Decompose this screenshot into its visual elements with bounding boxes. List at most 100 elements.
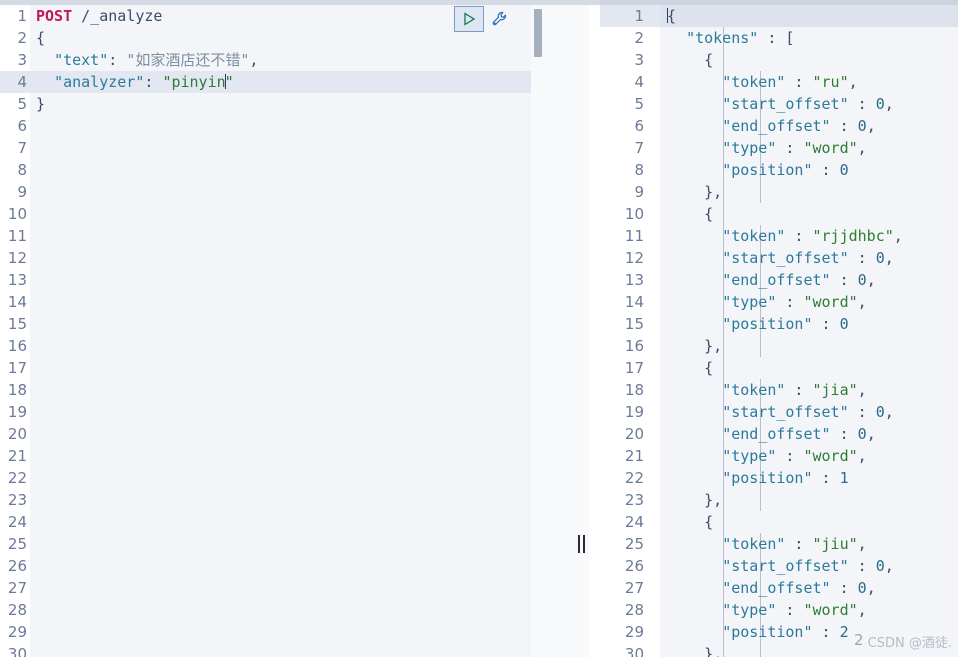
- code-line[interactable]: "token" : "ru",: [660, 71, 958, 93]
- line-number: 5: [634, 95, 644, 113]
- code-line[interactable]: "start_offset" : 0,: [660, 555, 958, 577]
- line-number: 2▼: [0, 27, 39, 49]
- code-token: "end_offset": [722, 117, 831, 135]
- code-token: }: [36, 95, 46, 113]
- send-request-button[interactable]: [454, 6, 484, 32]
- line-number: 28: [624, 601, 644, 619]
- code-line[interactable]: "position" : 1: [660, 467, 958, 489]
- code-token: ,: [857, 601, 867, 619]
- code-line[interactable]: "position" : 0: [660, 313, 958, 335]
- code-token: "word": [803, 447, 858, 465]
- code-line[interactable]: {: [660, 203, 958, 225]
- panel-splitter[interactable]: [545, 5, 600, 657]
- code-line[interactable]: "end_offset" : 0,: [660, 423, 958, 445]
- code-line[interactable]: "token" : "jia",: [660, 379, 958, 401]
- code-token: ,: [866, 117, 876, 135]
- line-number: 12: [7, 249, 27, 267]
- drag-handle-bar: [583, 535, 585, 553]
- code-line[interactable]: "end_offset" : 0,: [660, 577, 958, 599]
- code-line[interactable]: "end_offset" : 0,: [660, 269, 958, 291]
- response-code-area[interactable]: { "tokens" : [ { "token" : "ru", "start_…: [660, 5, 958, 657]
- line-number: 25: [624, 535, 644, 553]
- line-number: 19: [7, 403, 27, 421]
- code-token: "end_offset": [722, 425, 831, 443]
- request-code-area[interactable]: POST /_analyze { "text": "如家酒店还不错", "anal…: [30, 5, 545, 657]
- code-line[interactable]: },: [660, 489, 958, 511]
- code-token: ": [224, 73, 234, 91]
- code-token: :: [776, 139, 804, 157]
- line-number: 15: [624, 315, 644, 333]
- line-number: 20: [624, 425, 644, 443]
- code-line[interactable]: "start_offset" : 0,: [660, 247, 958, 269]
- code-token: {: [704, 359, 714, 377]
- code-line[interactable]: "type" : "word",: [660, 599, 958, 621]
- code-line[interactable]: "text": "如家酒店还不错",: [30, 49, 545, 71]
- code-line[interactable]: "token" : "rjjdhbc",: [660, 225, 958, 247]
- code-line[interactable]: "token" : "jiu",: [660, 533, 958, 555]
- code-line[interactable]: "start_offset" : 0,: [660, 401, 958, 423]
- code-token: "text": [54, 51, 109, 69]
- response-editor-pane[interactable]: 1▼2▼3▼456789▲10▼111213141516▲17▼18192021…: [600, 5, 958, 657]
- line-number: 5▲: [0, 93, 39, 115]
- code-token: ,: [713, 645, 723, 657]
- code-token: :: [785, 535, 813, 553]
- code-token: ,: [713, 491, 723, 509]
- code-line[interactable]: "type" : "word",: [660, 445, 958, 467]
- request-editor-pane[interactable]: 1 2▼ 3 45▲ 6 7 8 9 10 11 12 13 14 15 16 17 18 19 20 21 22 23 2…: [0, 5, 545, 657]
- code-token: 0: [839, 161, 849, 179]
- code-line[interactable]: },: [660, 335, 958, 357]
- code-token: "token": [722, 73, 786, 91]
- code-token: "如家酒店还不错": [126, 51, 250, 69]
- code-token: :: [108, 51, 127, 69]
- code-line[interactable]: }: [30, 93, 545, 115]
- line-number: 13: [624, 271, 644, 289]
- code-line[interactable]: "type" : "word",: [660, 291, 958, 313]
- request-scrollbar-thumb[interactable]: [534, 9, 542, 57]
- code-line[interactable]: {: [660, 5, 958, 27]
- code-line[interactable]: "tokens" : [: [660, 27, 958, 49]
- request-vertical-scrollbar[interactable]: [531, 5, 545, 657]
- code-token: :: [776, 447, 804, 465]
- code-line[interactable]: {: [660, 357, 958, 379]
- line-number: 1: [17, 7, 27, 25]
- line-number: 23: [7, 491, 27, 509]
- code-token: ,: [857, 447, 867, 465]
- code-line[interactable]: "end_offset" : 0,: [660, 115, 958, 137]
- request-actions-menu-button[interactable]: [488, 7, 512, 31]
- code-line[interactable]: "start_offset" : 0,: [660, 93, 958, 115]
- drag-handle-bar: [578, 535, 580, 553]
- code-line[interactable]: {: [660, 49, 958, 71]
- line-number: 7: [17, 139, 27, 157]
- code-line[interactable]: "analyzer": "pinyin": [30, 71, 545, 93]
- code-token: "word": [803, 139, 858, 157]
- code-token: }: [704, 491, 714, 509]
- code-line[interactable]: "position" : 0: [660, 159, 958, 181]
- line-number: 20: [7, 425, 27, 443]
- code-token: :: [830, 425, 858, 443]
- code-line[interactable]: {: [660, 511, 958, 533]
- code-token: 0: [839, 315, 849, 333]
- code-line[interactable]: },: [660, 181, 958, 203]
- splitter-drag-handle[interactable]: [575, 533, 588, 555]
- line-number: 24▼: [600, 511, 669, 533]
- line-number: 14: [7, 293, 27, 311]
- code-token: ,: [884, 249, 894, 267]
- code-token: ,: [857, 381, 867, 399]
- code-token: "word": [803, 293, 858, 311]
- code-token: {: [36, 29, 46, 47]
- code-token: "position": [722, 623, 813, 641]
- line-number: 22: [7, 469, 27, 487]
- line-number: 3▼: [600, 49, 669, 71]
- code-token: ,: [857, 139, 867, 157]
- code-line[interactable]: "type" : "word",: [660, 137, 958, 159]
